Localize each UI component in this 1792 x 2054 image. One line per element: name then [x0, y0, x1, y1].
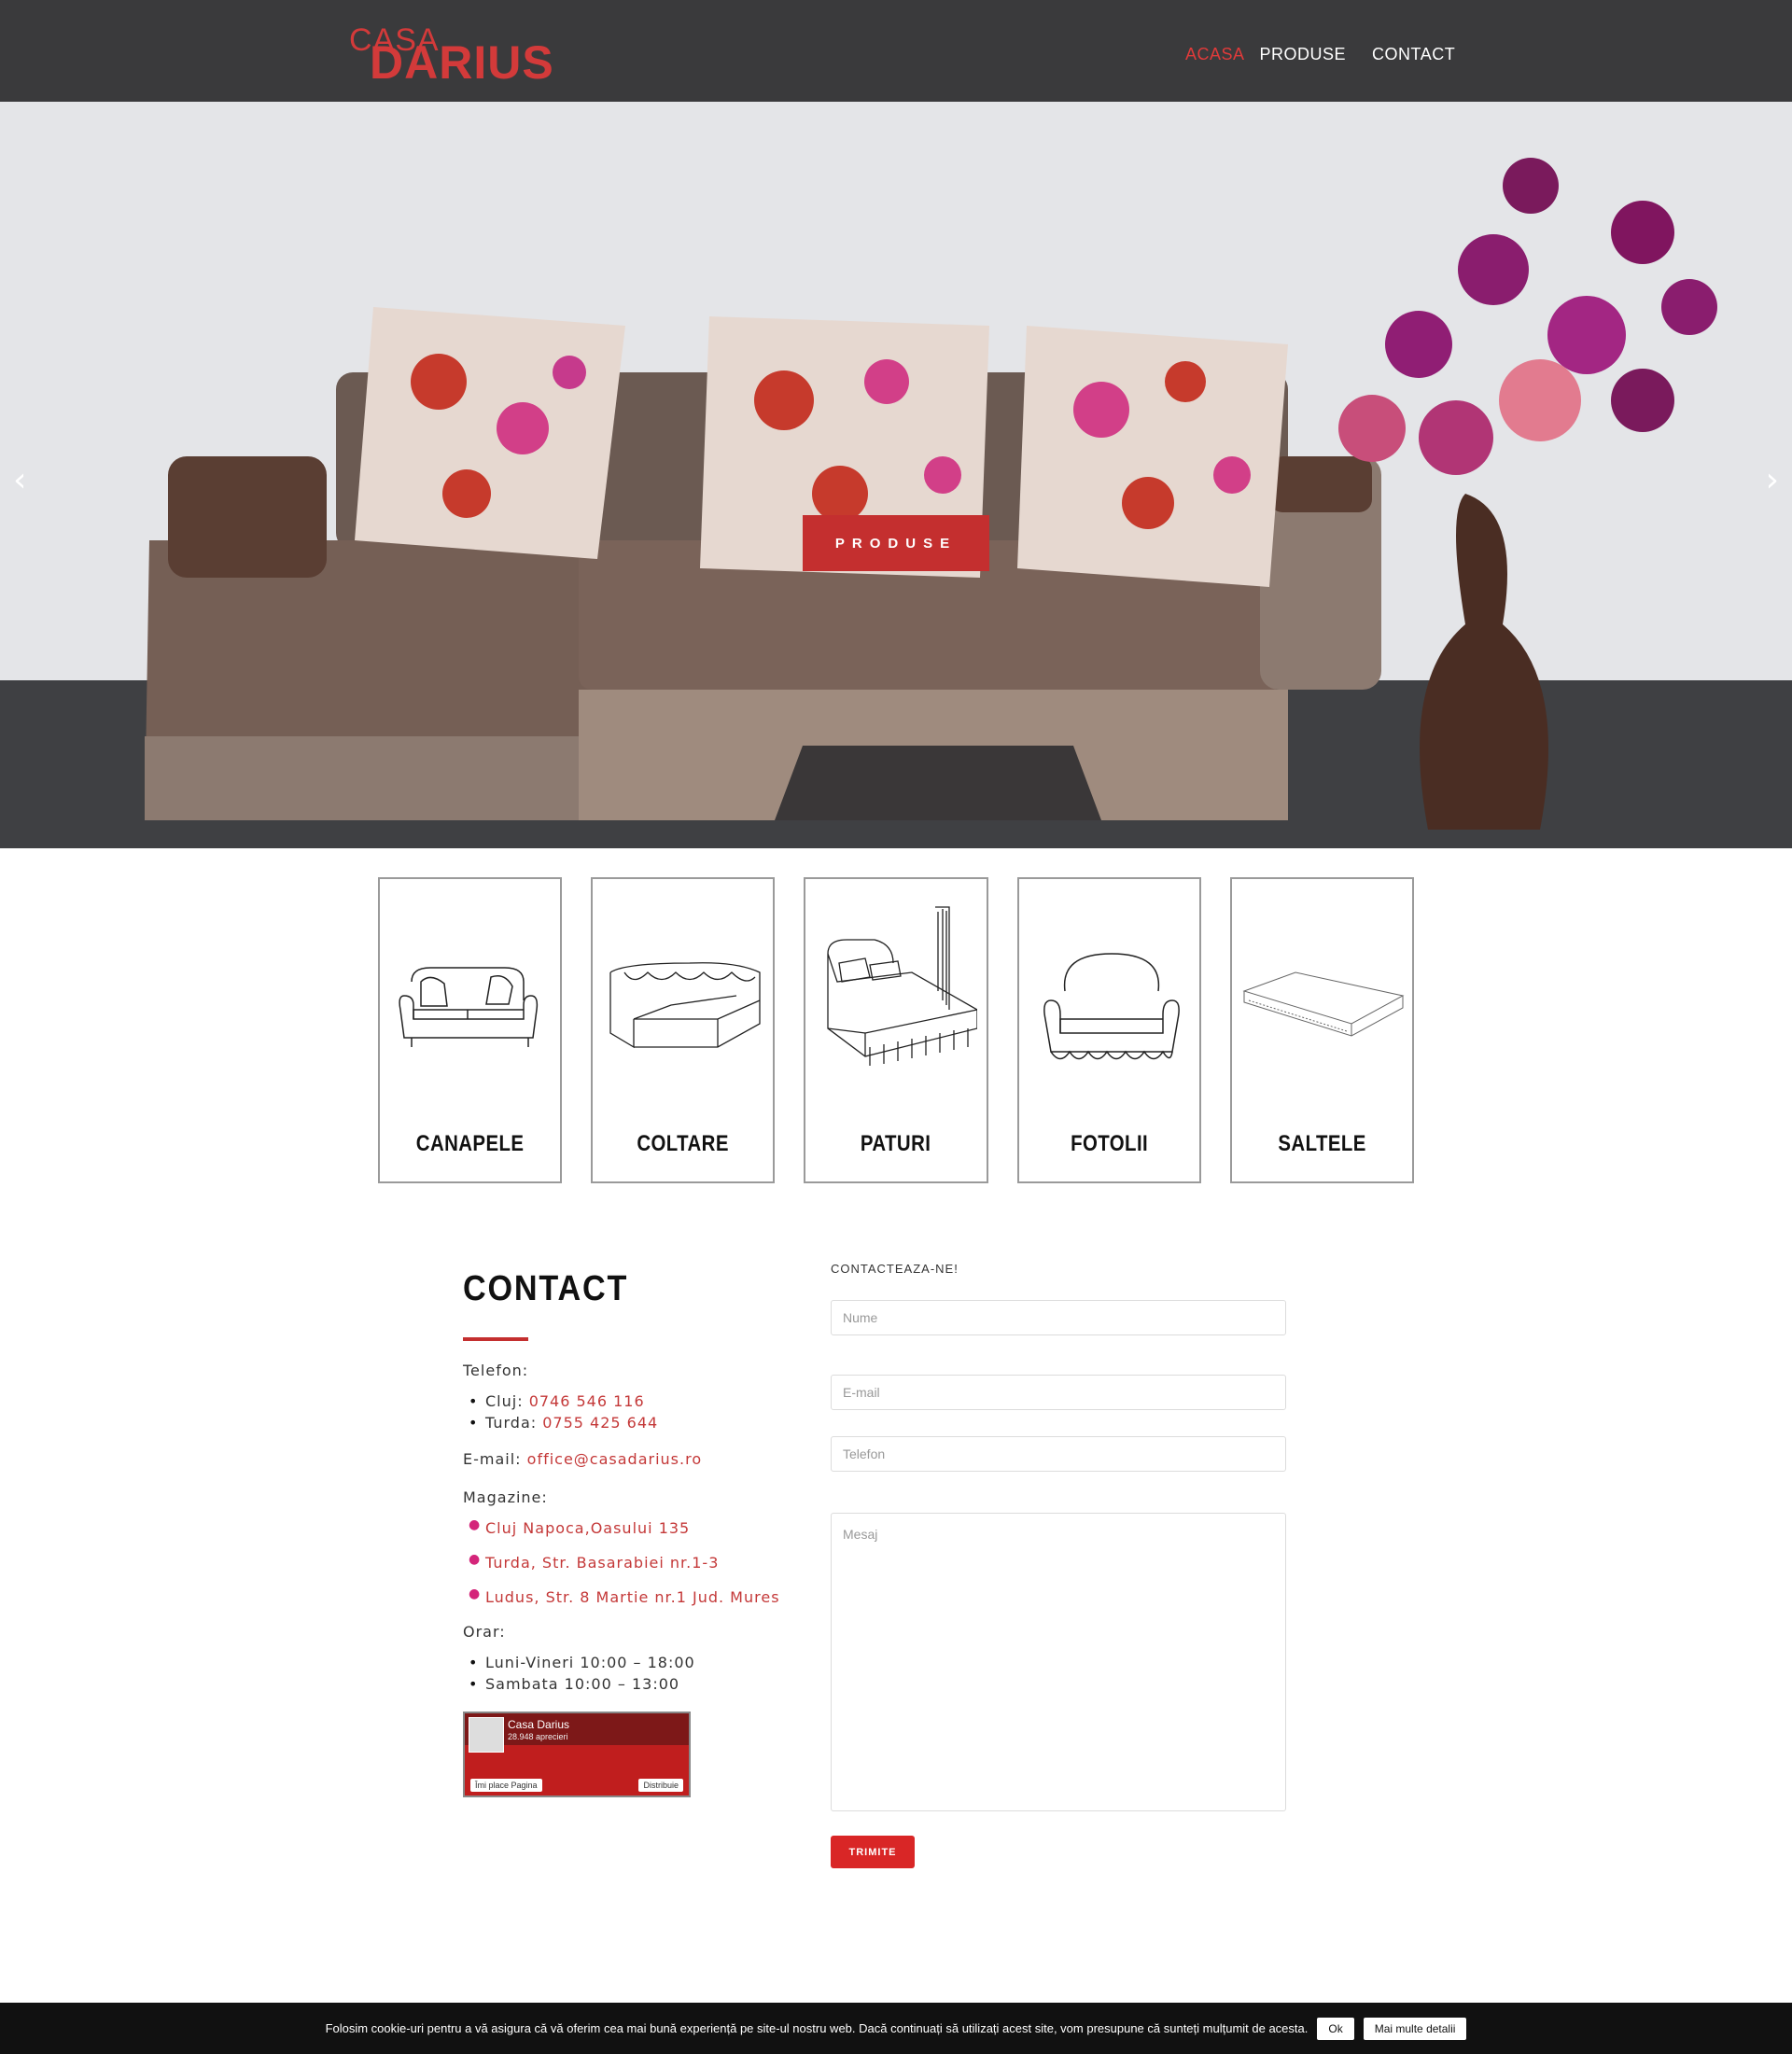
slider-prev-icon[interactable]: ‹	[13, 461, 26, 499]
shop-link[interactable]: ● Turda, Str. Basarabiei nr.1-3	[463, 1552, 818, 1572]
category-label: PATURI	[861, 1131, 931, 1156]
category-card-fotolii[interactable]: FOTOLII	[1016, 877, 1201, 1183]
phone-item: Turda: 0755 425 644	[463, 1414, 818, 1432]
category-label: FOTOLII	[1070, 1131, 1148, 1156]
sofa-icon	[399, 967, 539, 1047]
contact-title: CONTACT	[463, 1269, 629, 1308]
shop-address: Ludus, Str. 8 Martie nr.1 Jud. Mures	[485, 1588, 780, 1606]
facebook-page-name[interactable]: Casa Darius	[508, 1718, 569, 1731]
nav-item-produse[interactable]: PRODUSE	[1260, 45, 1347, 64]
map-pin-icon: ●	[469, 1517, 482, 1532]
email-row: E-mail: office@casadarius.ro	[463, 1450, 818, 1468]
hours-item: Sambata 10:00 – 13:00	[463, 1675, 818, 1693]
phone-list: Cluj: 0746 546 116 Turda: 0755 425 644	[463, 1392, 818, 1432]
shop-link[interactable]: ● Ludus, Str. 8 Martie nr.1 Jud. Mures	[463, 1586, 818, 1606]
facebook-likes: 28.948 aprecieri	[508, 1732, 568, 1741]
contact-form: CONTACTEAZA-NE! Nume E-mail Telefon Mesa…	[831, 1262, 1286, 1868]
category-card-paturi[interactable]: PATURI	[804, 877, 988, 1183]
site-header: CASA DARIUS ACASA PRODUSE CONTACT	[0, 0, 1792, 102]
category-label: SALTELE	[1278, 1131, 1366, 1156]
message-textarea[interactable]: Mesaj	[831, 1513, 1286, 1811]
shops-label: Magazine:	[463, 1488, 548, 1506]
armchair-icon	[1043, 953, 1180, 1060]
bed-icon	[827, 906, 978, 1066]
email-label: E-mail:	[463, 1450, 522, 1468]
facebook-like-button[interactable]: Îmi place Pagina	[470, 1779, 542, 1792]
hero-image	[0, 102, 1792, 848]
shop-address: Turda, Str. Basarabiei nr.1-3	[485, 1554, 720, 1572]
corner-sofa-icon	[609, 962, 761, 1049]
category-card-saltele[interactable]: SALTELE	[1229, 877, 1415, 1183]
nav-item-acasa[interactable]: ACASA	[1185, 45, 1245, 64]
category-card-coltare[interactable]: COLTARE	[591, 877, 776, 1183]
title-underline	[463, 1337, 528, 1341]
category-grid: CANAPELE COLTARE PATURI FOTOLII SALTELE	[378, 877, 1415, 1185]
cookie-text: Folosim cookie-uri pentru a vă asigura c…	[325, 2021, 1309, 2035]
facebook-page-widget[interactable]: Casa Darius 28.948 aprecieri Îmi place P…	[463, 1712, 691, 1797]
cookie-more-button[interactable]: Mai multe detalii	[1363, 2017, 1467, 2040]
cookie-banner: Folosim cookie-uri pentru a vă asigura c…	[0, 2003, 1792, 2054]
email-link[interactable]: office@casadarius.ro	[527, 1450, 702, 1468]
logo-darius-text: DARIUS	[370, 36, 554, 89]
map-pin-icon: ●	[469, 1552, 482, 1567]
contact-info: CONTACT Telefon: Cluj: 0746 546 116 Turd…	[463, 1269, 818, 1797]
category-label: CANAPELE	[415, 1131, 525, 1156]
phone-number-link[interactable]: 0755 425 644	[542, 1414, 658, 1432]
nav-item-contact[interactable]: CONTACT	[1372, 45, 1455, 64]
shop-address: Cluj Napoca,Oasului 135	[485, 1519, 691, 1537]
phone-city: Turda:	[485, 1414, 538, 1432]
phone-number-link[interactable]: 0746 546 116	[529, 1392, 645, 1410]
mattress-icon	[1242, 971, 1405, 1037]
phone-input[interactable]: Telefon	[831, 1436, 1286, 1472]
site-logo[interactable]: CASA DARIUS	[349, 19, 564, 89]
hours-item: Luni-Vineri 10:00 – 18:00	[463, 1654, 818, 1671]
shop-link[interactable]: ● Cluj Napoca,Oasului 135	[463, 1517, 818, 1537]
map-pin-icon: ●	[469, 1586, 482, 1601]
hours-label: Orar:	[463, 1623, 506, 1641]
cookie-ok-button[interactable]: Ok	[1317, 2017, 1354, 2040]
phone-item: Cluj: 0746 546 116	[463, 1392, 818, 1410]
slider-next-icon[interactable]: ›	[1766, 461, 1779, 499]
facebook-avatar	[469, 1717, 504, 1753]
form-heading: CONTACTEAZA-NE!	[831, 1262, 959, 1276]
facebook-share-button[interactable]: Distribuie	[638, 1779, 683, 1792]
submit-button[interactable]: TRIMITE	[831, 1836, 915, 1868]
hours-list: Luni-Vineri 10:00 – 18:00 Sambata 10:00 …	[463, 1654, 818, 1693]
email-input[interactable]: E-mail	[831, 1375, 1286, 1410]
phone-city: Cluj:	[485, 1392, 524, 1410]
phone-label: Telefon:	[463, 1362, 529, 1379]
main-nav: ACASA PRODUSE CONTACT	[1185, 45, 1481, 64]
hero-slider: ‹ › PRODUSE	[0, 102, 1792, 848]
name-input[interactable]: Nume	[831, 1300, 1286, 1335]
category-label: COLTARE	[637, 1131, 730, 1156]
category-card-canapele[interactable]: CANAPELE	[378, 877, 563, 1183]
hero-produse-button[interactable]: PRODUSE	[803, 515, 989, 571]
